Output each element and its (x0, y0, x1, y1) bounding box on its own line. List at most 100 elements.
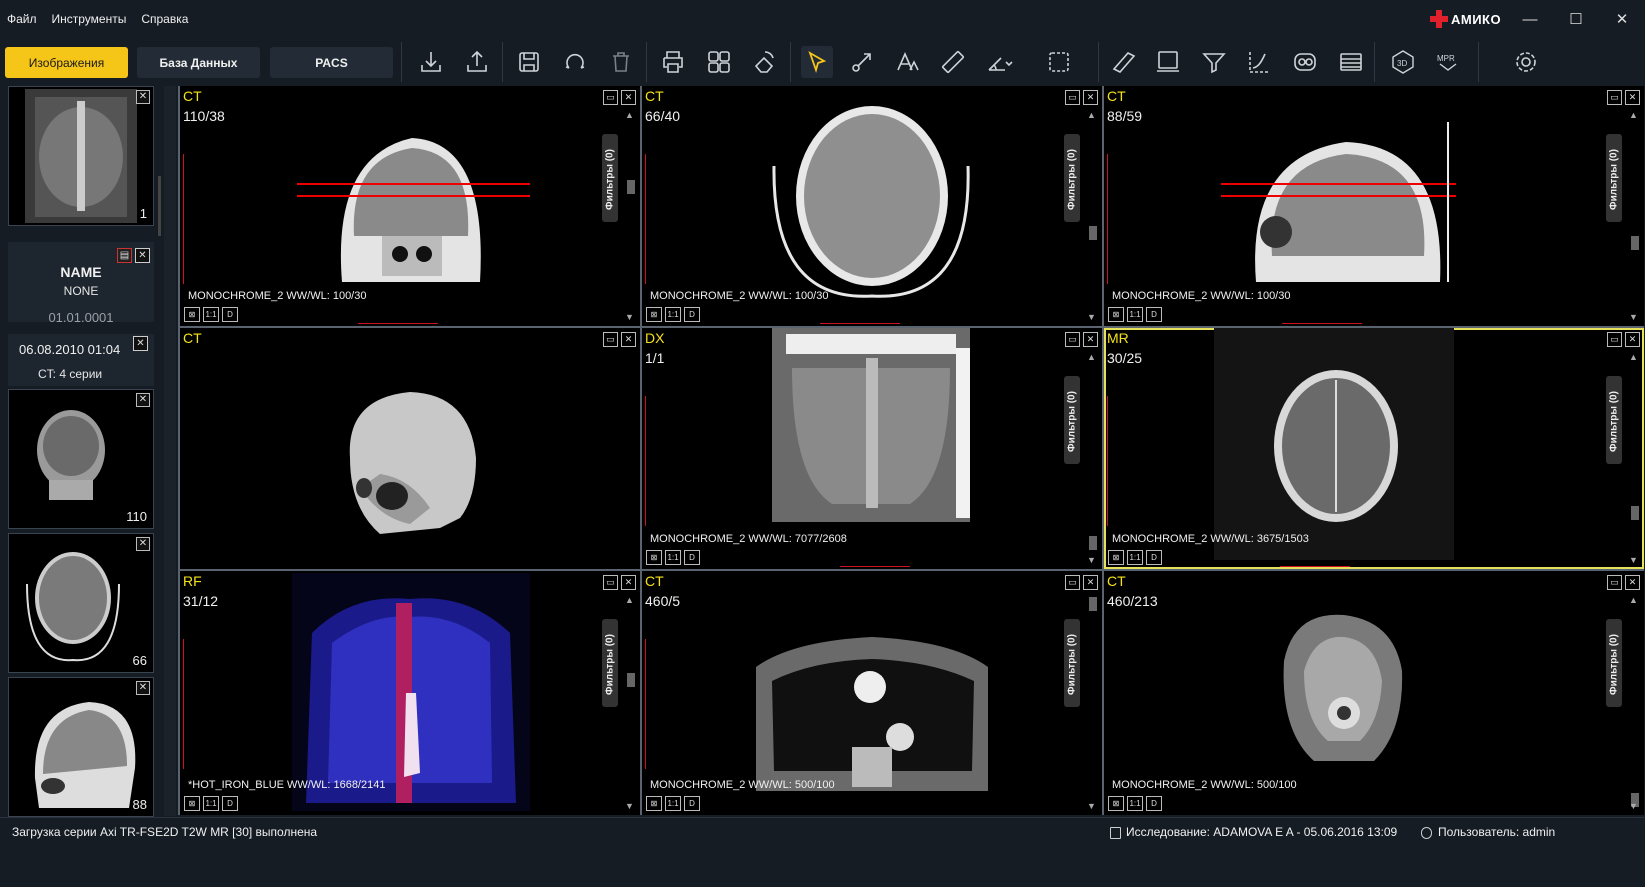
reset-button[interactable]: ⊠ (184, 307, 200, 322)
scroll-thumb[interactable] (1089, 226, 1097, 240)
reset-button[interactable]: ⊠ (1108, 307, 1124, 322)
close-viewport-icon[interactable]: ✕ (1083, 575, 1098, 590)
import-icon[interactable] (415, 46, 447, 78)
maximize-viewport-icon[interactable]: ▭ (1607, 575, 1622, 590)
viewport-4[interactable]: CT ▭ ✕ (180, 328, 640, 569)
viewport-2[interactable]: CT 66/40 MONOCHROME_2 WW/WL: 100/30 ▭ ✕ Ф… (642, 86, 1102, 326)
viewport-scrollbar[interactable]: ▲▼ (1086, 108, 1100, 322)
viewport-8[interactable]: CT 460/5 MONOCHROME_2 WW/WL: 500/100 ▭ ✕ … (642, 571, 1102, 815)
study-close-button[interactable]: ✕ (133, 336, 148, 351)
reset-button[interactable]: ⊠ (184, 796, 200, 811)
scroll-thumb[interactable] (1089, 597, 1097, 611)
thumbnail-ct-coronal[interactable]: ✕ 110 (8, 389, 154, 529)
viewport-7[interactable]: RF 31/12 *HOT_IRON_BLUE WW/WL: 1668/2141… (180, 571, 640, 815)
print-icon[interactable] (657, 46, 689, 78)
filters-tab[interactable]: Фильтры (0) (1606, 134, 1622, 222)
one-to-one-button[interactable]: 1:1 (203, 796, 219, 811)
close-viewport-icon[interactable]: ✕ (1625, 332, 1640, 347)
maximize-viewport-icon[interactable]: ▭ (603, 332, 618, 347)
thumbnail-ct-axial[interactable]: ✕ 66 (8, 533, 154, 673)
d-button[interactable]: D (1146, 796, 1162, 811)
settings-icon[interactable] (1510, 46, 1542, 78)
scroll-thumb[interactable] (1631, 236, 1639, 250)
tab-images[interactable]: Изображения (5, 47, 128, 78)
arrow-tool-icon[interactable] (846, 46, 878, 78)
rotate-icon[interactable] (559, 46, 591, 78)
maximize-viewport-icon[interactable]: ▭ (603, 90, 618, 105)
tab-database[interactable]: База Данных (137, 47, 260, 78)
filters-tab[interactable]: Фильтры (0) (1606, 619, 1622, 707)
pointer-icon[interactable] (801, 46, 833, 78)
viewport-6[interactable]: MR 30/25 MONOCHROME_2 WW/WL: 3675/1503 ▭… (1104, 328, 1644, 569)
maximize-button[interactable]: ☐ (1553, 0, 1599, 38)
one-to-one-button[interactable]: 1:1 (203, 307, 219, 322)
angle-icon[interactable] (983, 46, 1015, 78)
thumbnail-close-button[interactable]: ✕ (136, 393, 150, 407)
viewport-scrollbar[interactable]: ▲▼ (1086, 350, 1100, 565)
layout-grid-icon[interactable] (703, 46, 735, 78)
trash-icon[interactable] (605, 46, 637, 78)
close-viewport-icon[interactable]: ✕ (1083, 332, 1098, 347)
viewport-scrollbar[interactable]: ▲▼ (624, 593, 638, 811)
selection-icon[interactable] (1045, 46, 1077, 78)
viewport-1[interactable]: CT 110/38 MONOCHROME_2 WW/WL: 100/30 ▭ ✕ … (180, 86, 640, 326)
viewport-scrollbar[interactable]: ▲▼ (1628, 108, 1642, 322)
viewport-scrollbar[interactable]: ▲▼ (624, 108, 638, 322)
d-button[interactable]: D (222, 307, 238, 322)
filters-tab[interactable]: Фильтры (0) (1064, 134, 1080, 222)
text-annotation-icon[interactable] (891, 46, 923, 78)
maximize-viewport-icon[interactable]: ▭ (1607, 332, 1622, 347)
d-button[interactable]: D (684, 796, 700, 811)
filter-icon[interactable] (1198, 46, 1230, 78)
maximize-viewport-icon[interactable]: ▭ (1065, 332, 1080, 347)
filters-tab[interactable]: Фильтры (0) (1064, 619, 1080, 707)
close-viewport-icon[interactable]: ✕ (621, 332, 636, 347)
3d-icon[interactable]: 3D (1387, 46, 1419, 78)
d-button[interactable]: D (222, 796, 238, 811)
d-button[interactable]: D (684, 307, 700, 322)
panel-splitter[interactable] (164, 86, 176, 816)
filters-tab[interactable]: Фильтры (0) (1064, 376, 1080, 464)
d-button[interactable]: D (684, 550, 700, 565)
one-to-one-button[interactable]: 1:1 (1127, 796, 1143, 811)
thumbnail-close-button[interactable]: ✕ (136, 681, 150, 695)
thumbnail-ct-sagittal[interactable]: ✕ 88 (8, 677, 154, 817)
one-to-one-button[interactable]: 1:1 (1127, 307, 1143, 322)
menu-tools[interactable]: Инструменты (52, 12, 127, 26)
viewport-3[interactable]: CT 88/59 MONOCHROME_2 WW/WL: 100/30 ▭ ✕ Ф… (1104, 86, 1644, 326)
menu-help[interactable]: Справка (141, 12, 188, 26)
link-icon[interactable] (1289, 46, 1321, 78)
viewport-scrollbar[interactable]: ▲▼ (1628, 350, 1642, 565)
ruler-icon[interactable] (937, 46, 969, 78)
scroll-thumb[interactable] (1089, 536, 1097, 550)
one-to-one-button[interactable]: 1:1 (665, 550, 681, 565)
close-viewport-icon[interactable]: ✕ (1625, 575, 1640, 590)
reset-button[interactable]: ⊠ (646, 550, 662, 565)
thumbnail-xray[interactable]: ✕ 1 (8, 86, 154, 226)
menu-file[interactable]: Файл (7, 12, 37, 26)
viewport-9[interactable]: CT 460/213 MONOCHROME_2 WW/WL: 500/100 ▭… (1104, 571, 1644, 815)
d-button[interactable]: D (1146, 307, 1162, 322)
clapper-icon[interactable] (1335, 46, 1367, 78)
maximize-viewport-icon[interactable]: ▭ (1607, 90, 1622, 105)
close-viewport-icon[interactable]: ✕ (1083, 90, 1098, 105)
curve-icon[interactable] (1243, 46, 1275, 78)
save-icon[interactable] (513, 46, 545, 78)
close-viewport-icon[interactable]: ✕ (621, 90, 636, 105)
viewport-scrollbar[interactable]: ▲▼ (1628, 593, 1642, 811)
filters-tab[interactable]: Фильтры (0) (1606, 376, 1622, 464)
one-to-one-button[interactable]: 1:1 (1127, 550, 1143, 565)
scroll-thumb[interactable] (627, 180, 635, 194)
close-viewport-icon[interactable]: ✕ (1625, 90, 1640, 105)
thumbnail-close-button[interactable]: ✕ (136, 537, 150, 551)
patient-close-button[interactable]: ✕ (135, 248, 150, 263)
maximize-viewport-icon[interactable]: ▭ (1065, 90, 1080, 105)
thumbnail-close-button[interactable]: ✕ (136, 90, 150, 104)
reset-button[interactable]: ⊠ (646, 796, 662, 811)
one-to-one-button[interactable]: 1:1 (665, 796, 681, 811)
reset-button[interactable]: ⊠ (1108, 550, 1124, 565)
rotate-free-icon[interactable] (749, 46, 781, 78)
viewport-scrollbar[interactable]: ▲▼ (1086, 593, 1100, 811)
scroll-thumb[interactable] (1631, 506, 1639, 520)
d-button[interactable]: D (1146, 550, 1162, 565)
